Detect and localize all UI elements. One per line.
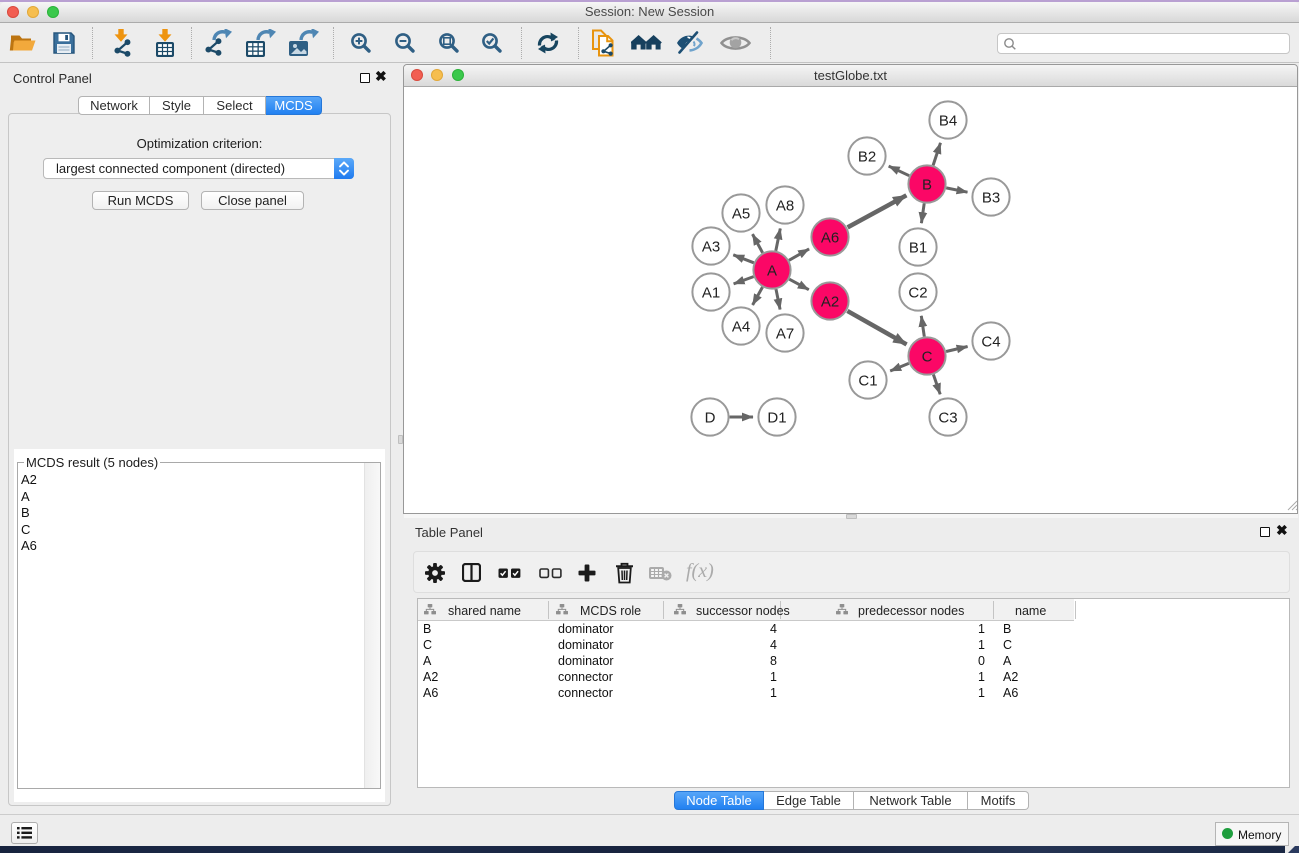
svg-text:B4: B4	[939, 112, 957, 129]
svg-text:C: C	[922, 348, 933, 365]
svg-text:A8: A8	[776, 197, 794, 214]
svg-text:C1: C1	[858, 372, 877, 389]
svg-text:B3: B3	[982, 189, 1000, 206]
svg-text:C4: C4	[981, 333, 1000, 350]
svg-text:A5: A5	[732, 205, 750, 222]
svg-text:B1: B1	[909, 239, 927, 256]
svg-text:C3: C3	[938, 409, 957, 426]
svg-text:A2: A2	[821, 293, 839, 310]
svg-text:C2: C2	[908, 284, 927, 301]
svg-text:A4: A4	[732, 318, 750, 335]
svg-text:D1: D1	[767, 409, 786, 426]
svg-text:B2: B2	[858, 148, 876, 165]
svg-text:D: D	[705, 409, 716, 426]
svg-text:A3: A3	[702, 238, 720, 255]
svg-text:A7: A7	[776, 325, 794, 342]
svg-text:A: A	[767, 262, 777, 279]
svg-text:B: B	[922, 176, 932, 193]
svg-text:A1: A1	[702, 284, 720, 301]
svg-text:A6: A6	[821, 229, 839, 246]
